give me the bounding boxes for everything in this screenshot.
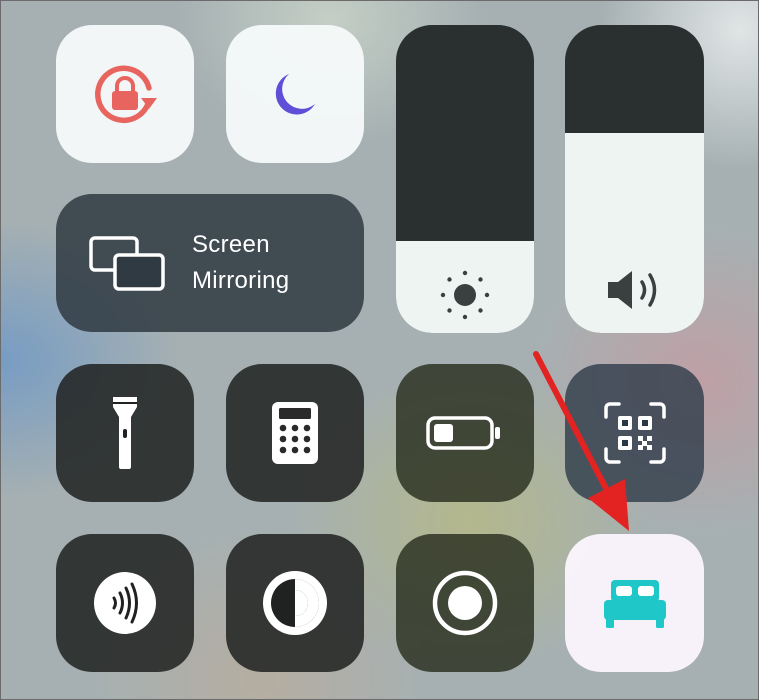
- annotation-arrow: [533, 351, 629, 531]
